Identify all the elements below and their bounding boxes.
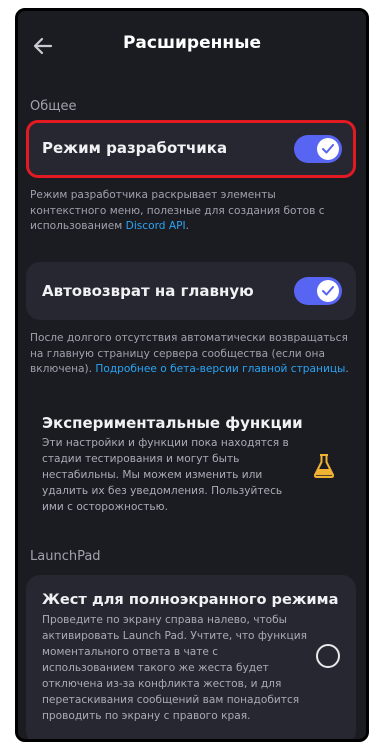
gesture-radio-button[interactable] — [316, 644, 340, 668]
page-title: Расширенные — [122, 33, 262, 53]
checkmark-icon — [322, 286, 334, 296]
experimental-description: Эти настройки и функции пока находятся в… — [42, 437, 289, 513]
phone-screen: Расширенные Общее Режим разработчика Реж… — [15, 8, 369, 742]
auto-return-label: Автовозврат на главную — [42, 282, 254, 300]
gesture-description: Проведите по экрану справа налево, чтобы… — [42, 614, 307, 722]
auto-return-row[interactable]: Автовозврат на главную — [26, 262, 356, 320]
home-beta-link[interactable]: Подробнее о бета-версии главной страницы — [95, 363, 345, 375]
gesture-title: Жест для полноэкранного режима — [42, 591, 339, 608]
experimental-title: Экспериментальные функции — [42, 414, 303, 432]
section-label-launchpad: LaunchPad — [30, 549, 101, 564]
flask-icon[interactable] — [313, 453, 335, 479]
discord-api-link[interactable]: Discord API — [126, 220, 186, 232]
header: Расширенные — [18, 11, 366, 81]
auto-return-toggle[interactable] — [294, 277, 342, 305]
auto-return-description: После долгого отсутствия автоматически в… — [30, 332, 349, 375]
highlight-frame — [26, 120, 356, 178]
toggle-knob — [317, 280, 339, 302]
developer-mode-description: Режим разработчика раскрывает элементы к… — [30, 189, 325, 232]
section-label-general: Общее — [30, 99, 77, 114]
